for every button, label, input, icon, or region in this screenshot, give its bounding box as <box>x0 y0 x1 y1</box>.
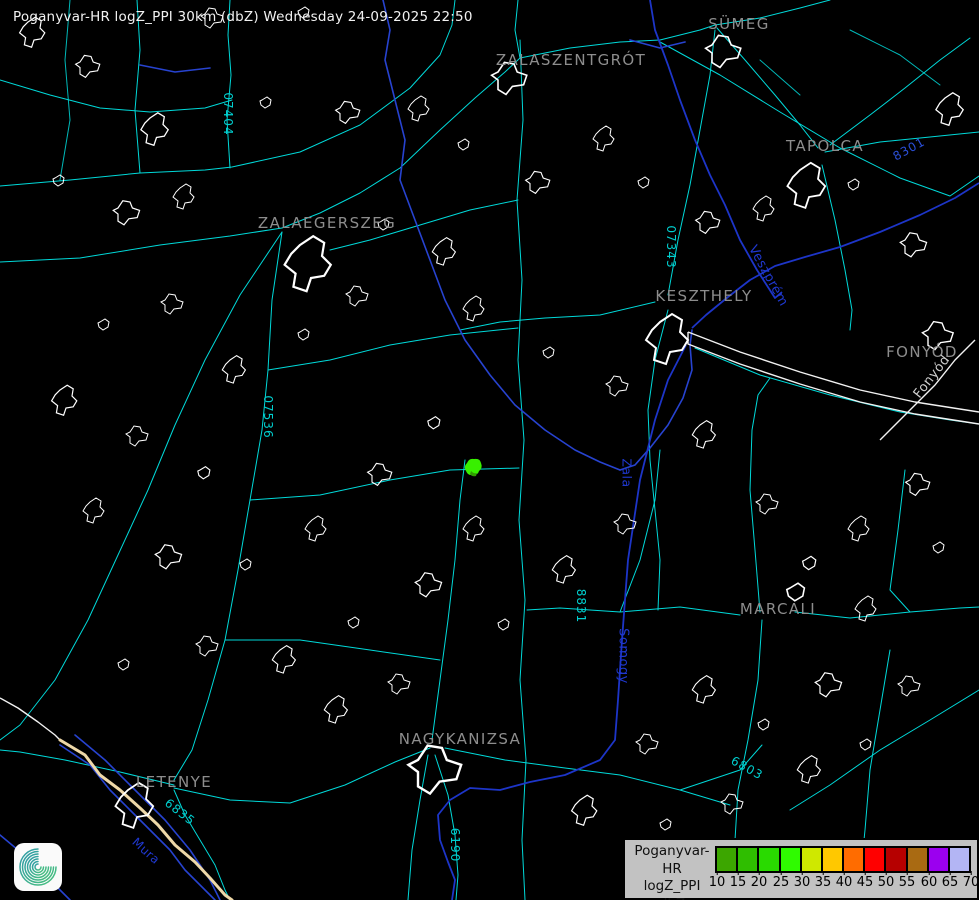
radar-title: Poganyvar-HR logZ_PPI 30km (dbZ) Wednesd… <box>13 9 473 25</box>
white-boundary-layer <box>0 332 979 742</box>
legend-color-cell <box>802 848 821 871</box>
radar-viewport: Poganyvar-HR logZ_PPI 30km (dbZ) Wednesd… <box>0 0 979 900</box>
legend-color-cell <box>908 848 927 871</box>
radar-spiral-icon <box>14 843 62 891</box>
legend-color-cell <box>886 848 905 871</box>
city-label-nagykanizsa: NAGYKANIZSA <box>399 730 521 748</box>
legend-title-block: Poganyvar-HR logZ_PPI dbZ <box>629 843 715 900</box>
city-label-zalaegerszeg: ZALAEGERSZEG <box>258 214 396 232</box>
county-label-somogy: Somogy <box>616 628 631 684</box>
radar-echo <box>465 459 482 476</box>
legend-tick-label: 20 <box>751 875 768 890</box>
county-boundary-layer <box>438 0 979 900</box>
legend-tick-label: 70 <box>963 875 979 890</box>
legend-tick-label: 25 <box>773 875 790 890</box>
legend-colorbar <box>715 846 971 873</box>
road-label-07536: 07536 <box>261 395 275 438</box>
legend-tick-label: 55 <box>899 875 916 890</box>
legend-product-name: logZ_PPI <box>629 878 715 896</box>
legend-tick-label: 40 <box>836 875 853 890</box>
legend-tick-label: 35 <box>815 875 832 890</box>
legend-color-cell <box>844 848 863 871</box>
city-label-letenye: LETENYE <box>136 773 212 791</box>
city-label-tapolca: TAPOLCA <box>786 137 864 155</box>
legend-unit: dbZ <box>629 896 715 900</box>
legend-color-cell <box>781 848 800 871</box>
radar-logo <box>14 843 62 891</box>
road-label-07404: 07404 <box>221 92 235 135</box>
legend-color-cell <box>823 848 842 871</box>
legend-tick-label: 65 <box>942 875 959 890</box>
legend-color-cell <box>950 848 969 871</box>
legend-color-cell <box>738 848 757 871</box>
legend-color-cell <box>759 848 778 871</box>
road-label-07343: 07343 <box>664 225 678 268</box>
legend-panel: Poganyvar-HR logZ_PPI dbZ 10 15 20 25 30… <box>623 838 979 900</box>
legend-tick-label: 60 <box>921 875 938 890</box>
legend-tick-label: 10 <box>709 875 726 890</box>
road-label-6190: 6190 <box>448 828 462 863</box>
legend-color-cell <box>929 848 948 871</box>
country-border-layer <box>60 740 232 900</box>
city-label-zalaszentgrot: ZALASZENTGRÓT <box>496 51 646 69</box>
road-label-8831: 8831 <box>574 589 588 624</box>
balaton-shoreline <box>692 183 979 328</box>
legend-tick-label: 15 <box>730 875 747 890</box>
legend-color-cell <box>865 848 884 871</box>
city-label-sumeg: SÜMEG <box>708 15 770 33</box>
legend-color-cell <box>717 848 736 871</box>
settlement-outlines <box>20 7 964 830</box>
map-canvas <box>0 0 979 900</box>
city-label-marcali: MARCALI <box>740 600 816 618</box>
river-label-zala: Zala <box>620 458 635 487</box>
legend-radar-name: Poganyvar-HR <box>629 843 715 878</box>
legend-tick-label: 45 <box>857 875 874 890</box>
legend-tick-label: 50 <box>878 875 895 890</box>
city-label-keszthely: KESZTHELY <box>655 287 752 305</box>
legend-tick-label: 30 <box>794 875 811 890</box>
